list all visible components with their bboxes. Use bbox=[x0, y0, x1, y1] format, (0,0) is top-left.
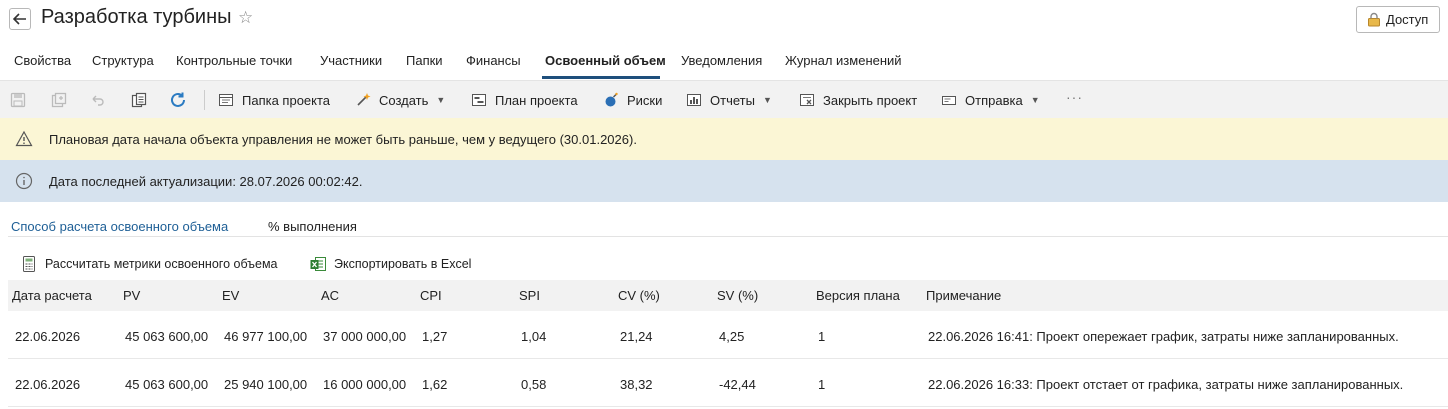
project-plan-label: План проекта bbox=[495, 92, 578, 108]
cell-sv: -42,44 bbox=[719, 377, 756, 392]
cell-pv: 45 063 600,00 bbox=[125, 329, 209, 344]
close-project-label: Закрыть проект bbox=[823, 92, 918, 108]
lock-icon bbox=[1368, 12, 1380, 27]
send-label: Отправка bbox=[965, 92, 1023, 108]
create-label: Создать bbox=[379, 92, 429, 108]
reports-button[interactable]: Отчеты ▼ bbox=[686, 91, 772, 109]
project-plan-button[interactable]: План проекта bbox=[471, 91, 578, 109]
calculation-method-value: % выполнения bbox=[268, 219, 357, 234]
chevron-down-icon: ▼ bbox=[436, 95, 446, 105]
create-icon bbox=[355, 92, 371, 108]
toolbar: Папка проекта Создать ▼ План проекта Рис… bbox=[0, 80, 1448, 118]
column-header[interactable]: CV (%) bbox=[618, 288, 660, 303]
table-header: Дата расчета PV EV AC CPI SPI CV (%) SV … bbox=[8, 280, 1448, 311]
tab-structure[interactable]: Структура bbox=[92, 53, 154, 68]
close-project-button[interactable]: Закрыть проект bbox=[799, 91, 917, 109]
tab-earned-value[interactable]: Освоенный объем bbox=[545, 53, 666, 68]
send-icon bbox=[941, 92, 957, 108]
copy-icon[interactable] bbox=[130, 91, 148, 109]
column-header[interactable]: AC bbox=[321, 288, 339, 303]
create-button[interactable]: Создать ▼ bbox=[355, 91, 445, 109]
cell-ev: 25 940 100,00 bbox=[224, 377, 308, 392]
refresh-icon[interactable] bbox=[169, 91, 187, 109]
table-row[interactable]: 22.06.2026 45 063 600,00 46 977 100,00 3… bbox=[8, 312, 1448, 359]
cell-ev: 46 977 100,00 bbox=[224, 329, 308, 344]
page-title: Разработка турбины bbox=[41, 6, 232, 28]
cell-cpi: 1,62 bbox=[422, 377, 448, 392]
star-icon[interactable]: ☆ bbox=[238, 8, 253, 28]
warning-text: Плановая дата начала объекта управления … bbox=[49, 132, 637, 147]
back-button[interactable] bbox=[9, 8, 31, 30]
tab-milestones[interactable]: Контрольные точки bbox=[176, 53, 292, 68]
export-excel-button[interactable]: Экспортировать в Excel bbox=[310, 256, 471, 272]
calculator-icon bbox=[21, 256, 37, 272]
cell-note: 22.06.2026 16:41: Проект опережает графи… bbox=[928, 329, 1399, 344]
tab-finance[interactable]: Финансы bbox=[466, 53, 521, 68]
cell-cpi: 1,27 bbox=[422, 329, 448, 344]
save-icon[interactable] bbox=[9, 91, 27, 109]
cell-spi: 1,04 bbox=[521, 329, 547, 344]
cell-plan-version: 1 bbox=[818, 377, 826, 392]
send-button[interactable]: Отправка ▼ bbox=[941, 91, 1040, 109]
cell-date: 22.06.2026 bbox=[15, 377, 81, 392]
chevron-down-icon: ▼ bbox=[1030, 95, 1040, 105]
undo-icon[interactable] bbox=[89, 91, 107, 109]
arrow-left-icon bbox=[13, 13, 26, 25]
tab-participants[interactable]: Участники bbox=[320, 53, 382, 68]
tab-change-log[interactable]: Журнал изменений bbox=[785, 53, 902, 68]
folder-icon bbox=[218, 92, 234, 108]
page-header: Разработка турбины ☆ Доступ bbox=[0, 0, 1448, 40]
active-tab-indicator bbox=[542, 76, 660, 79]
report-chart-icon bbox=[686, 92, 702, 108]
column-header[interactable]: EV bbox=[222, 288, 239, 303]
tab-bar: Свойства Структура Контрольные точки Уча… bbox=[0, 47, 1448, 80]
cell-date: 22.06.2026 bbox=[15, 329, 81, 344]
close-project-icon bbox=[799, 92, 815, 108]
column-header[interactable]: Версия плана bbox=[816, 288, 900, 303]
column-header[interactable]: CPI bbox=[420, 288, 442, 303]
info-icon bbox=[15, 172, 33, 190]
calculation-method-link[interactable]: Способ расчета освоенного объема bbox=[11, 219, 228, 234]
gantt-icon bbox=[471, 92, 487, 108]
toolbar-separator bbox=[204, 90, 205, 110]
column-header[interactable]: Дата расчета bbox=[12, 288, 92, 303]
cell-ac: 16 000 000,00 bbox=[323, 377, 407, 392]
cell-spi: 0,58 bbox=[521, 377, 547, 392]
cell-plan-version: 1 bbox=[818, 329, 826, 344]
project-folder-label: Папка проекта bbox=[242, 92, 331, 108]
chevron-down-icon: ▼ bbox=[762, 95, 772, 105]
access-button-label: Доступ bbox=[1386, 12, 1429, 27]
save-as-icon[interactable] bbox=[50, 91, 68, 109]
table-row[interactable]: 22.06.2026 45 063 600,00 25 940 100,00 1… bbox=[8, 360, 1448, 407]
calculate-metrics-label: Рассчитать метрики освоенного объема bbox=[45, 257, 278, 271]
cell-sv: 4,25 bbox=[719, 329, 745, 344]
more-options-icon[interactable]: ··· bbox=[1066, 89, 1083, 105]
project-folder-button[interactable]: Папка проекта bbox=[218, 91, 330, 109]
cell-note: 22.06.2026 16:33: Проект отстает от граф… bbox=[928, 377, 1404, 392]
excel-icon bbox=[310, 256, 326, 272]
risks-label: Риски bbox=[627, 92, 663, 108]
risks-button[interactable]: Риски bbox=[603, 91, 662, 109]
cell-pv: 45 063 600,00 bbox=[125, 377, 209, 392]
warning-banner: Плановая дата начала объекта управления … bbox=[0, 118, 1448, 160]
warning-icon bbox=[15, 130, 33, 147]
cell-cv: 38,32 bbox=[620, 377, 653, 392]
column-header[interactable]: Примечание bbox=[926, 288, 1001, 303]
tab-properties[interactable]: Свойства bbox=[14, 53, 71, 68]
column-header[interactable]: SV (%) bbox=[717, 288, 758, 303]
tab-notifications[interactable]: Уведомления bbox=[681, 53, 762, 68]
bomb-icon bbox=[603, 92, 619, 108]
info-text: Дата последней актуализации: 28.07.2026 … bbox=[49, 174, 363, 189]
calculate-metrics-button[interactable]: Рассчитать метрики освоенного объема bbox=[21, 256, 278, 272]
cell-cv: 21,24 bbox=[620, 329, 653, 344]
info-banner: Дата последней актуализации: 28.07.2026 … bbox=[0, 160, 1448, 202]
column-header[interactable]: SPI bbox=[519, 288, 540, 303]
cell-ac: 37 000 000,00 bbox=[323, 329, 407, 344]
column-header[interactable]: PV bbox=[123, 288, 140, 303]
tab-folders[interactable]: Папки bbox=[406, 53, 443, 68]
divider bbox=[8, 236, 1448, 237]
export-excel-label: Экспортировать в Excel bbox=[334, 257, 472, 271]
access-button[interactable]: Доступ bbox=[1356, 6, 1440, 33]
reports-label: Отчеты bbox=[710, 92, 755, 108]
